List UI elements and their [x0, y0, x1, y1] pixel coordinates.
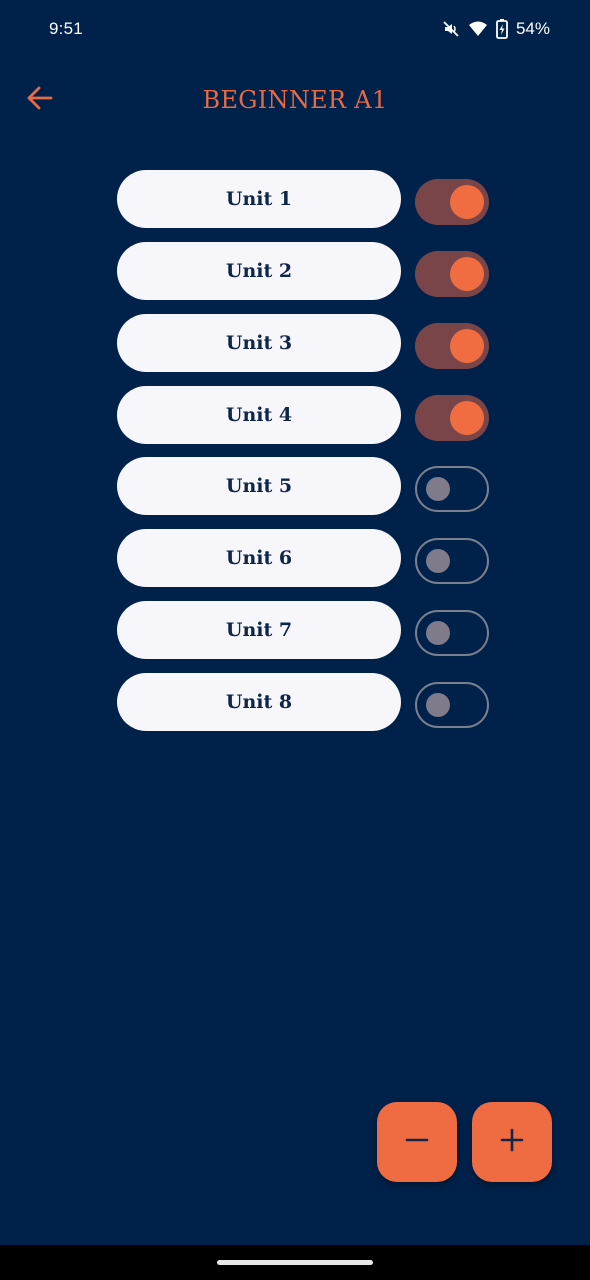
unit-row: Unit 7: [117, 601, 497, 659]
unit-toggle[interactable]: [415, 682, 489, 728]
unit-row: Unit 5: [117, 457, 497, 515]
mute-icon: [442, 20, 460, 38]
battery-icon: [496, 19, 508, 39]
unit-button[interactable]: Unit 4: [117, 386, 401, 444]
unit-button[interactable]: Unit 8: [117, 673, 401, 731]
toggle-knob: [426, 692, 450, 717]
unit-row: Unit 1: [117, 170, 497, 228]
toggle-knob: [426, 476, 450, 501]
toggle-knob: [450, 257, 484, 291]
toggle-knob: [450, 185, 484, 219]
unit-button[interactable]: Unit 2: [117, 242, 401, 300]
status-bar: 9:51 54%: [0, 0, 590, 60]
unit-button[interactable]: Unit 3: [117, 314, 401, 372]
unit-toggle[interactable]: [415, 323, 489, 369]
page-title: BEGINNER A1: [202, 86, 388, 114]
unit-toggle[interactable]: [415, 251, 489, 297]
unit-toggle[interactable]: [415, 466, 489, 512]
unit-button[interactable]: Unit 7: [117, 601, 401, 659]
unit-row: Unit 2: [117, 242, 497, 300]
toggle-knob: [426, 620, 450, 645]
toggle-knob: [450, 401, 484, 435]
remove-unit-button[interactable]: [377, 1102, 457, 1182]
unit-button[interactable]: Unit 5: [117, 457, 401, 515]
unit-toggle[interactable]: [415, 395, 489, 441]
plus-icon: [499, 1127, 525, 1157]
unit-button[interactable]: Unit 6: [117, 529, 401, 587]
unit-toggle[interactable]: [415, 179, 489, 225]
unit-row: Unit 3: [117, 314, 497, 372]
toggle-knob: [450, 329, 484, 363]
app-header: BEGINNER A1: [0, 70, 590, 132]
unit-button[interactable]: Unit 1: [117, 170, 401, 228]
unit-row: Unit 8: [117, 673, 497, 731]
toggle-knob: [426, 548, 450, 573]
unit-toggle[interactable]: [415, 610, 489, 656]
add-unit-button[interactable]: [472, 1102, 552, 1182]
unit-row: Unit 6: [117, 529, 497, 587]
battery-percentage: 54%: [515, 19, 550, 38]
unit-row: Unit 4: [117, 386, 497, 444]
wifi-icon: [468, 20, 488, 38]
home-indicator[interactable]: [217, 1260, 373, 1265]
status-time: 9:51: [49, 19, 83, 38]
minus-icon: [404, 1127, 430, 1157]
unit-toggle[interactable]: [415, 538, 489, 584]
status-icons: 54%: [442, 19, 550, 39]
navigation-bar: [0, 1245, 590, 1280]
